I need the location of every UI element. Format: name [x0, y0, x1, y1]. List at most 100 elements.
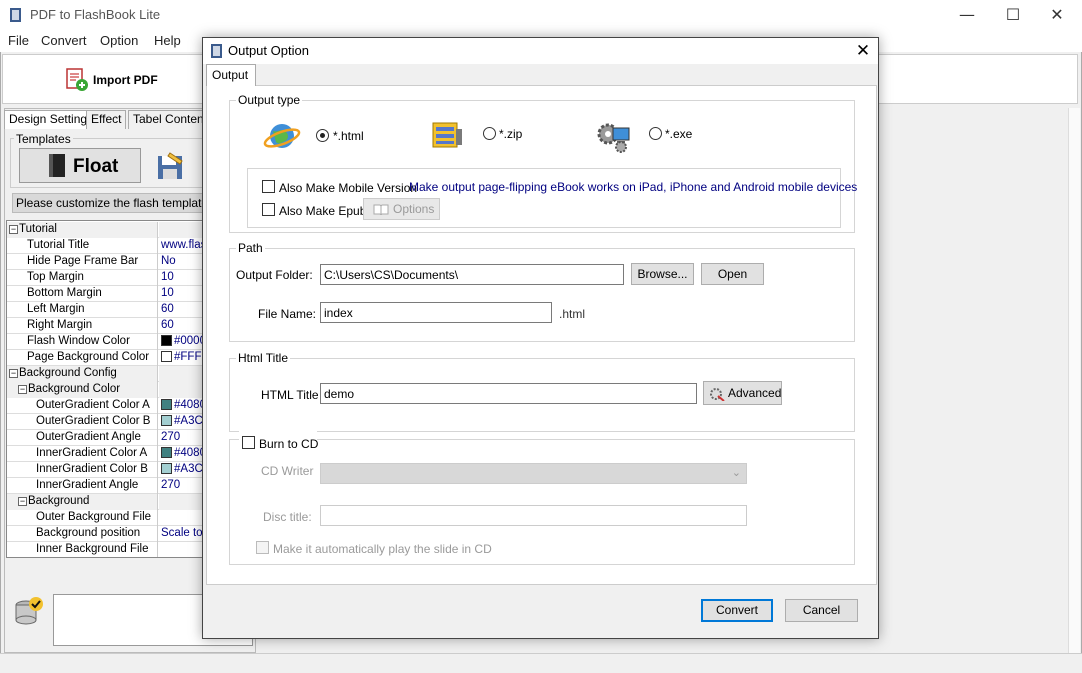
- property-value[interactable]: [159, 382, 205, 398]
- property-row[interactable]: Right Margin 60: [7, 318, 205, 334]
- property-value[interactable]: 60: [159, 318, 205, 334]
- html-globe-icon: [263, 124, 301, 148]
- property-value[interactable]: 270: [159, 478, 205, 494]
- menu-option[interactable]: Option: [100, 33, 138, 48]
- property-label: InnerGradient Color B: [36, 463, 148, 475]
- property-value[interactable]: [159, 494, 205, 510]
- path-label: Path: [236, 241, 265, 255]
- html-radio[interactable]: [316, 129, 329, 142]
- cd-writer-select[interactable]: ⌄: [320, 463, 747, 484]
- collapse-icon[interactable]: −: [9, 369, 18, 378]
- cancel-button[interactable]: Cancel: [785, 599, 858, 622]
- property-row[interactable]: OuterGradient Color A #408080: [7, 398, 205, 414]
- minimize-button[interactable]: —: [944, 0, 990, 30]
- dialog-close-button[interactable]: ✕: [848, 38, 878, 64]
- tab-table-content[interactable]: Tabel Content: [128, 110, 213, 129]
- property-value[interactable]: #408080: [159, 398, 205, 414]
- property-row[interactable]: − Background Color: [7, 382, 205, 398]
- property-row[interactable]: InnerGradient Color B #A3CFD1: [7, 462, 205, 478]
- property-row[interactable]: Outer Background File: [7, 510, 205, 526]
- save-template-icon[interactable]: [156, 151, 186, 181]
- property-name: Inner Background File: [7, 542, 158, 557]
- property-label: Inner Background File: [36, 543, 149, 555]
- exe-radio[interactable]: [649, 127, 662, 140]
- advanced-button[interactable]: Advanced: [703, 381, 782, 405]
- property-name: Bottom Margin: [7, 286, 158, 302]
- book-icon: [49, 154, 65, 177]
- menu-file[interactable]: File: [8, 33, 29, 48]
- menu-convert[interactable]: Convert: [41, 33, 87, 48]
- property-row[interactable]: Left Margin 60: [7, 302, 205, 318]
- property-row[interactable]: Hide Page Frame Bar No: [7, 254, 205, 270]
- property-label: Right Margin: [27, 319, 93, 331]
- property-name: Left Margin: [7, 302, 158, 318]
- property-name: OuterGradient Color B: [7, 414, 158, 430]
- tab-design-setting[interactable]: Design Setting: [4, 110, 93, 129]
- file-name-input[interactable]: [320, 302, 552, 323]
- property-row[interactable]: Top Margin 10: [7, 270, 205, 286]
- epub-label: Also Make Epub: [279, 204, 367, 218]
- property-row[interactable]: Bottom Margin 10: [7, 286, 205, 302]
- property-row[interactable]: Flash Window Color #000000: [7, 334, 205, 350]
- autoplay-checkbox[interactable]: [256, 541, 269, 554]
- property-row[interactable]: − Background: [7, 494, 205, 510]
- property-row[interactable]: OuterGradient Color B #A3CFD1: [7, 414, 205, 430]
- property-value[interactable]: #A3CFD1: [159, 462, 205, 478]
- property-value[interactable]: 60: [159, 302, 205, 318]
- mobile-version-label: Also Make Mobile Version: [279, 181, 418, 195]
- mobile-version-checkbox[interactable]: [262, 180, 275, 193]
- property-row[interactable]: InnerGradient Color A #408080: [7, 446, 205, 462]
- property-value[interactable]: Scale to fit: [159, 526, 205, 542]
- property-value[interactable]: #408080: [159, 446, 205, 462]
- property-value[interactable]: [159, 510, 205, 526]
- property-row[interactable]: OuterGradient Angle 270: [7, 430, 205, 446]
- property-name: OuterGradient Color A: [7, 398, 158, 414]
- maximize-button[interactable]: ☐: [990, 0, 1036, 30]
- property-value-text: 60: [161, 303, 174, 315]
- collapse-icon[interactable]: −: [18, 385, 27, 394]
- browse-button[interactable]: Browse...: [631, 263, 694, 285]
- color-swatch: [161, 463, 172, 474]
- collapse-icon[interactable]: −: [9, 225, 18, 234]
- output-folder-input[interactable]: [320, 264, 624, 285]
- property-value[interactable]: 10: [159, 286, 205, 302]
- property-row[interactable]: Background position Scale to fit: [7, 526, 205, 542]
- tab-output[interactable]: Output: [206, 64, 256, 86]
- open-button[interactable]: Open: [701, 263, 764, 285]
- property-value[interactable]: [159, 222, 205, 238]
- epub-options-button[interactable]: Options: [363, 198, 440, 220]
- property-value[interactable]: [159, 542, 205, 557]
- property-label: OuterGradient Color A: [36, 399, 150, 411]
- close-button[interactable]: ✕: [1034, 0, 1080, 30]
- epub-checkbox[interactable]: [262, 203, 275, 216]
- status-bar: [0, 653, 1082, 673]
- property-row[interactable]: Page Background Color #FFFFFF: [7, 350, 205, 366]
- property-value[interactable]: 270: [159, 430, 205, 446]
- property-label: Page Background Color: [27, 351, 150, 363]
- database-check-icon: [15, 597, 43, 625]
- property-row[interactable]: Tutorial Title www.flashbook: [7, 238, 205, 254]
- property-row[interactable]: − Background Config: [7, 366, 205, 382]
- property-value[interactable]: www.flashbook: [159, 238, 205, 254]
- exe-option-label: *.exe: [665, 127, 693, 141]
- property-value[interactable]: #A3CFD1: [159, 414, 205, 430]
- html-option-label: *.html: [333, 129, 364, 143]
- burn-cd-checkbox[interactable]: [242, 436, 255, 449]
- convert-button[interactable]: Convert: [701, 599, 773, 622]
- property-value[interactable]: 10: [159, 270, 205, 286]
- property-row[interactable]: InnerGradient Angle 270: [7, 478, 205, 494]
- property-label: Tutorial: [19, 223, 57, 235]
- menu-help[interactable]: Help: [154, 33, 181, 48]
- property-value[interactable]: #000000: [159, 334, 205, 350]
- collapse-icon[interactable]: −: [18, 497, 27, 506]
- zip-radio[interactable]: [483, 127, 496, 140]
- property-row[interactable]: − Tutorial: [7, 222, 205, 238]
- property-value[interactable]: #FFFFFF: [159, 350, 205, 366]
- property-value[interactable]: [159, 366, 205, 382]
- property-value[interactable]: No: [159, 254, 205, 270]
- property-row[interactable]: Inner Background File: [7, 542, 205, 557]
- tab-effect[interactable]: Effect: [86, 110, 127, 129]
- disc-title-input[interactable]: [320, 505, 747, 526]
- vertical-scrollbar[interactable]: [1068, 108, 1080, 653]
- html-title-input[interactable]: [320, 383, 697, 404]
